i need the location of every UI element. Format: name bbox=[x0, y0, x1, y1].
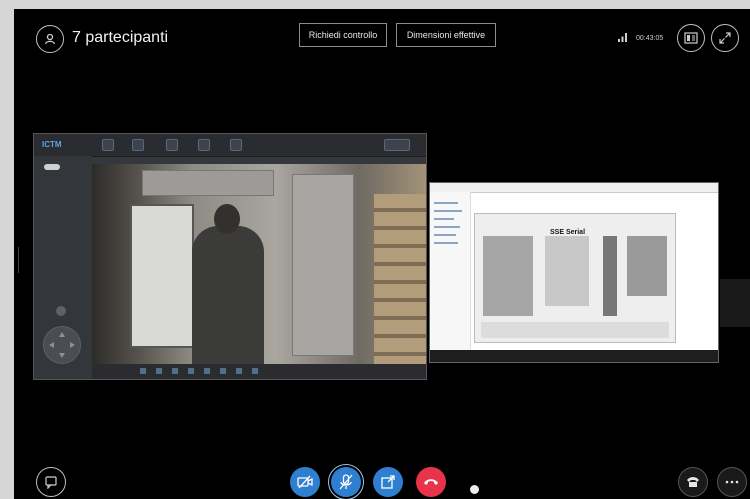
nav-line bbox=[434, 202, 458, 204]
left-edge-marker bbox=[18, 247, 19, 273]
people-icon bbox=[44, 33, 56, 45]
shared-app-sidebar bbox=[34, 156, 92, 379]
toolbar-icon bbox=[188, 368, 194, 374]
cam-shelf bbox=[374, 194, 426, 364]
nav-line bbox=[434, 226, 460, 228]
remote-desktop-window[interactable]: SSE Serial bbox=[429, 182, 719, 363]
video-off-icon bbox=[297, 475, 313, 489]
remote-nav-panel bbox=[430, 192, 471, 350]
remote-panel-block bbox=[483, 236, 533, 316]
call-duration: 00:43:05 bbox=[636, 35, 664, 42]
toolbar-icon bbox=[156, 368, 162, 374]
device-settings-button[interactable] bbox=[470, 485, 479, 494]
shared-app-toolbar: ICTM bbox=[34, 134, 426, 157]
toolbar-icon bbox=[220, 368, 226, 374]
nav-line bbox=[434, 218, 454, 220]
cam-machine bbox=[130, 204, 194, 348]
more-icon bbox=[725, 480, 739, 484]
participant-thumbnail[interactable] bbox=[720, 279, 750, 327]
phone-icon bbox=[687, 477, 699, 487]
record-icon bbox=[56, 306, 66, 316]
cam-person-head bbox=[214, 204, 240, 234]
toolbar-icon bbox=[140, 368, 146, 374]
cam-person bbox=[192, 226, 264, 366]
share-button[interactable] bbox=[373, 467, 403, 497]
chat-button[interactable] bbox=[36, 467, 66, 497]
dpad-arrows-icon bbox=[49, 332, 75, 358]
request-control-button[interactable]: Richiedi controllo bbox=[299, 23, 387, 47]
shared-screen-window[interactable]: ICTM bbox=[33, 133, 427, 380]
signal-icon bbox=[618, 33, 627, 42]
toolbar-icon bbox=[172, 368, 178, 374]
play-icon bbox=[132, 139, 144, 151]
expand-icon bbox=[719, 32, 731, 44]
mic-button[interactable] bbox=[328, 464, 364, 499]
present-icon bbox=[684, 32, 698, 44]
remote-panel-block bbox=[627, 236, 667, 296]
remote-panel-toolbar bbox=[481, 322, 669, 338]
remote-panel-block bbox=[545, 236, 589, 306]
cam-wall bbox=[142, 170, 274, 196]
nav-line bbox=[434, 242, 458, 244]
mic-icon bbox=[339, 474, 353, 490]
hangup-icon bbox=[424, 479, 438, 485]
actual-size-button[interactable]: Dimensioni effettive bbox=[396, 23, 496, 47]
nav-line bbox=[434, 210, 462, 212]
camera-feed bbox=[92, 164, 426, 366]
cam-wall bbox=[292, 174, 354, 356]
shared-app-bottom-bar bbox=[92, 364, 426, 379]
more-options-button[interactable] bbox=[717, 467, 747, 497]
shared-app-logo: ICTM bbox=[42, 140, 62, 149]
top-bar: 7 partecipanti Richiedi controllo Dimens… bbox=[14, 9, 750, 67]
nav-line bbox=[434, 234, 456, 236]
remote-app-title: SSE Serial bbox=[550, 229, 586, 236]
remote-taskbar bbox=[430, 350, 718, 362]
toolbar-icon bbox=[166, 139, 178, 151]
present-button[interactable] bbox=[677, 24, 705, 52]
fullscreen-button[interactable] bbox=[711, 24, 739, 52]
toolbar-icon bbox=[252, 368, 258, 374]
chat-icon bbox=[45, 476, 57, 489]
hangup-button[interactable] bbox=[416, 467, 446, 497]
toolbar-icon bbox=[198, 139, 210, 151]
remote-titlebar bbox=[430, 183, 718, 193]
dpad-control bbox=[43, 326, 81, 364]
toggle-icon bbox=[44, 164, 60, 170]
toolbar-icon bbox=[204, 368, 210, 374]
meeting-window: 7 partecipanti Richiedi controllo Dimens… bbox=[14, 9, 750, 499]
toolbar-icon bbox=[102, 139, 114, 151]
remote-panel-block bbox=[603, 236, 617, 316]
participants-count[interactable]: 7 partecipanti bbox=[72, 29, 168, 47]
toolbar-icon bbox=[236, 368, 242, 374]
share-icon bbox=[381, 475, 395, 489]
toolbar-icon bbox=[230, 139, 242, 151]
toolbar-icon bbox=[384, 139, 410, 151]
dialpad-button[interactable] bbox=[678, 467, 708, 497]
participants-button[interactable] bbox=[36, 25, 64, 53]
video-button[interactable] bbox=[290, 467, 320, 497]
